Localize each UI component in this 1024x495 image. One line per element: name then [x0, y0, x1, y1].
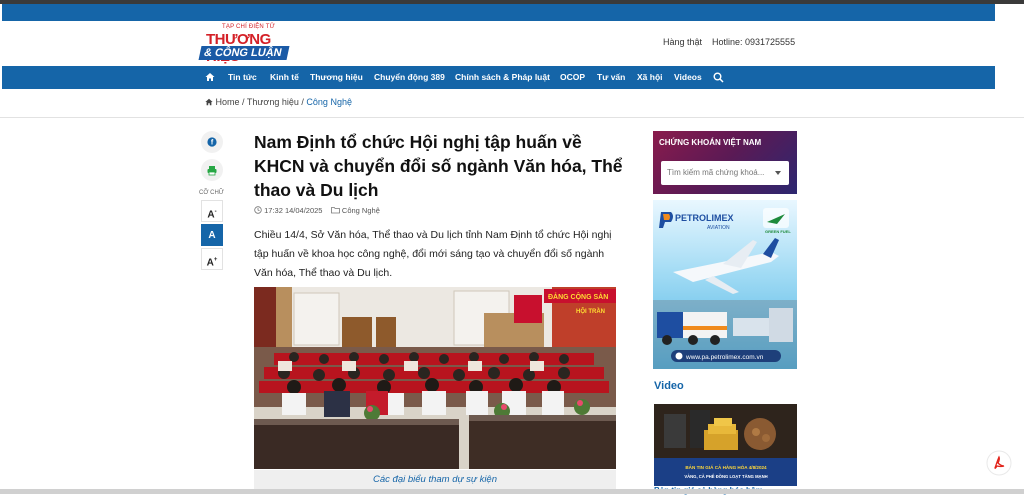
petrolimex-ad[interactable]: PETROLIMEX AVIATION GREEN FUEL www.pa.pe… — [653, 200, 797, 369]
font-normal-button[interactable]: A — [201, 224, 223, 246]
ad-green-fuel: GREEN FUEL — [765, 229, 791, 234]
facebook-icon: f — [207, 137, 217, 147]
main-nav: Tin tức Kinh tế Thương hiệu Chuyển động … — [2, 66, 995, 89]
nav-item-tin-tuc[interactable]: Tin tức — [228, 66, 257, 89]
nav-item-thuong-hieu[interactable]: Thương hiệu — [310, 66, 363, 89]
genuine-goods-link[interactable]: Hàng thật — [663, 37, 702, 47]
article-title: Nam Định tổ chức Hội nghị tập huấn về KH… — [254, 132, 623, 200]
nav-item-chuyen-dong-389[interactable]: Chuyển động 389 — [374, 66, 445, 89]
dropdown-caret-icon — [775, 171, 781, 175]
hotline-link[interactable]: Hotline: 0931725555 — [712, 37, 795, 47]
nav-item-chinh-sach-phap-luat[interactable]: Chính sách & Pháp luật — [455, 66, 550, 89]
article-photo: ĐẢNG CỘNG SẢN HỘI TRẦN — [254, 287, 616, 469]
thumb-line-2: VÀNG, CÀ PHÊ ĐỒNG LOẠT TĂNG MẠNH — [684, 474, 767, 479]
logo-line-2: & CÔNG LUẬN — [198, 46, 290, 60]
folder-icon — [330, 207, 340, 214]
photo-banner-text-2: HỘI TRẦN — [576, 307, 605, 315]
stock-search-input[interactable]: Tìm kiếm mã chứng khoá... — [661, 161, 789, 185]
top-bar — [2, 4, 995, 21]
stock-search-placeholder: Tìm kiếm mã chứng khoá... — [667, 168, 765, 177]
video-section-title: Video — [654, 380, 684, 392]
clock-icon — [254, 206, 262, 214]
nav-item-tu-van[interactable]: Tư vấn — [597, 66, 625, 89]
petrolimex-logo-icon — [659, 212, 673, 228]
breadcrumb-separator: / — [242, 97, 245, 107]
pdf-icon[interactable] — [986, 450, 1012, 476]
article-time: 17:32 14/04/2025 — [264, 206, 323, 215]
font-decrease-button[interactable]: A- — [201, 200, 223, 222]
site-logo[interactable]: TẠP CHÍ ĐIỆN TỬ THƯƠNG HIỆU & CÔNG LUẬN — [198, 24, 300, 65]
breadcrumb: Home / Thương hiệu / Công Nghệ — [205, 97, 352, 107]
header-divider — [0, 117, 1024, 118]
print-button[interactable] — [201, 159, 223, 181]
ad-sub: AVIATION — [707, 225, 730, 231]
photo-banner-text: ĐẢNG CỘNG SẢN — [548, 292, 608, 301]
article-meta: 17:32 14/04/2025 Công Nghệ — [254, 206, 380, 215]
thumb-line-1: BẢN TIN GIÁ CẢ HÀNG HÓA 4/8/2024 — [685, 463, 767, 470]
font-increase-button[interactable]: A+ — [201, 248, 223, 270]
home-small-icon — [205, 98, 213, 106]
video-thumbnail[interactable]: BẢN TIN GIÁ CẢ HÀNG HÓA 4/8/2024 VÀNG, C… — [654, 404, 797, 486]
stock-widget: CHỨNG KHOÁN VIỆT NAM Tìm kiếm mã chứng k… — [653, 131, 797, 194]
logo-small-text: TẠP CHÍ ĐIỆN TỬ — [222, 24, 275, 30]
font-decrease-label: A — [207, 209, 215, 221]
site-header: TẠP CHÍ ĐIỆN TỬ THƯƠNG HIỆU & CÔNG LUẬN … — [0, 21, 1024, 65]
search-icon[interactable] — [713, 66, 724, 89]
ad-brand: PETROLIMEX — [675, 213, 734, 223]
home-icon[interactable] — [205, 66, 215, 89]
breadcrumb-category[interactable]: Thương hiệu — [247, 97, 299, 107]
nav-item-xa-hoi[interactable]: Xã hội — [637, 66, 663, 89]
breadcrumb-separator: / — [301, 97, 304, 107]
nav-item-ocop[interactable]: OCOP — [560, 66, 585, 89]
font-increase-label: A — [206, 257, 214, 269]
printer-icon — [207, 166, 217, 176]
breadcrumb-home[interactable]: Home — [216, 97, 240, 107]
stock-widget-title: CHỨNG KHOÁN VIỆT NAM — [659, 138, 762, 147]
article-category-link[interactable]: Công Nghệ — [342, 206, 380, 215]
nav-item-kinh-te[interactable]: Kinh tế — [270, 66, 299, 89]
bottom-scrollbar[interactable] — [0, 489, 1024, 494]
font-size-label: CỠ CHỮ — [199, 190, 224, 196]
facebook-share-button[interactable]: f — [201, 131, 223, 153]
breadcrumb-current[interactable]: Công Nghệ — [306, 97, 352, 107]
article-sapo: Chiều 14/4, Sở Văn hóa, Thể thao và Du l… — [254, 229, 612, 279]
ad-url: www.pa.petrolimex.com.vn — [685, 354, 764, 361]
nav-item-videos[interactable]: Videos — [674, 66, 702, 89]
